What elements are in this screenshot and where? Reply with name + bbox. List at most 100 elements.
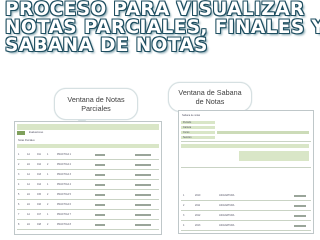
selected-course-field[interactable] [217, 131, 309, 134]
cell-placeholder [135, 204, 151, 206]
cell-placeholder [95, 184, 105, 186]
table-cell: 017 [37, 213, 41, 216]
table-cell: 2012 [195, 214, 201, 217]
table-cell: 2011 [195, 204, 201, 207]
callout-partial-grades-text: Ventana de Notas Parciales [67, 95, 125, 113]
table-cell: 2 [183, 204, 185, 207]
table-cell: 013 [37, 173, 41, 176]
cell-placeholder [135, 154, 151, 156]
table-row-divider [181, 200, 311, 201]
table-row-divider [17, 229, 159, 230]
cell-placeholder [294, 225, 306, 227]
table-cell: 1 [47, 173, 49, 176]
table-cell: ASIGNATURA [219, 204, 235, 207]
cell-placeholder [135, 184, 151, 186]
section-label: Notas Parciales [18, 139, 35, 142]
table-cell: 018 [37, 223, 41, 226]
table-cell: PRACTICA 5 [57, 193, 71, 196]
table-row-divider [181, 230, 311, 231]
table-cell: 1 [47, 213, 49, 216]
table-row-divider [17, 159, 159, 160]
table-cell: 2A [27, 163, 30, 166]
table-cell: 1 [47, 183, 49, 186]
filter-bar [181, 144, 309, 148]
table-cell: 1 [183, 194, 185, 197]
table-cell: 2A [27, 223, 30, 226]
header-tab-label: Evaluaciones [29, 131, 44, 134]
callout-partial-grades: Ventana de Notas Parciales [54, 88, 138, 126]
cell-placeholder [135, 174, 151, 176]
tab-indicator [17, 131, 25, 135]
cell-placeholder [95, 174, 105, 176]
cell-placeholder [294, 215, 306, 217]
table-cell: 015 [37, 193, 41, 196]
grade-sheet-label: Sabana de notas [182, 114, 201, 117]
table-cell: 1A [27, 153, 30, 156]
table-cell: 2013 [195, 224, 201, 227]
cell-placeholder [294, 195, 306, 197]
cell-placeholder [95, 204, 105, 206]
table-row-divider [17, 169, 159, 170]
partial-grades-screenshot: Evaluaciones Notas Parciales 1 1A 011 1 PRAC… [14, 121, 162, 235]
cell-placeholder [95, 224, 105, 226]
cell-placeholder [135, 164, 151, 166]
table-cell: 7 [18, 213, 20, 216]
table-cell: ASIGNATURA [219, 194, 235, 197]
field-label: Seccion [183, 136, 192, 139]
table-cell: PRACTICA 2 [57, 163, 71, 166]
table-cell: 3 [18, 173, 20, 176]
cell-placeholder [95, 194, 105, 196]
table-cell: 1 [18, 153, 20, 156]
table-cell: 1A [27, 183, 30, 186]
cell-placeholder [135, 214, 151, 216]
table-row-divider [17, 199, 159, 200]
table-cell: 1A [27, 213, 30, 216]
table-cell: PRACTICA 3 [57, 173, 71, 176]
cell-placeholder [135, 224, 151, 226]
table-cell: 2 [47, 203, 49, 206]
field-label: Carrera [183, 126, 192, 129]
table-cell: 2A [27, 193, 30, 196]
table-row-divider [17, 209, 159, 210]
cell-placeholder [95, 154, 105, 156]
cell-placeholder [95, 214, 105, 216]
table-cell: 016 [37, 203, 41, 206]
cell-placeholder [95, 164, 105, 166]
table-cell: 4 [183, 224, 185, 227]
table-row-divider [181, 210, 311, 211]
table-cell: 2 [47, 193, 49, 196]
table-cell: PRACTICA 8 [57, 223, 71, 226]
divider [181, 167, 311, 168]
filter-panel [239, 151, 309, 161]
table-cell: 014 [37, 183, 41, 186]
table-cell: 8 [18, 223, 20, 226]
grade-sheet-screenshot: Sabana de notas 1 2010 ASIGNATURA 2 2011 ASIG… [178, 110, 314, 234]
window-header [17, 124, 159, 130]
table-cell: 6 [18, 203, 20, 206]
table-cell: 3 [183, 214, 185, 217]
table-cell: 2A [27, 203, 30, 206]
table-header-row [17, 144, 159, 148]
table-cell: 012 [37, 163, 41, 166]
table-row-divider [17, 179, 159, 180]
slide-title: Proceso para visualizar notas parciales,… [5, 0, 320, 56]
table-cell: PRACTICA 7 [57, 213, 71, 216]
table-cell: 011 [37, 153, 41, 156]
title-line-3: sabana de notas [5, 35, 208, 56]
table-row-divider [17, 189, 159, 190]
table-cell: 2010 [195, 194, 201, 197]
table-row-divider [181, 220, 311, 221]
cell-placeholder [135, 194, 151, 196]
table-cell: ASIGNATURA [219, 224, 235, 227]
table-row-divider [17, 219, 159, 220]
table-cell: 2 [18, 163, 20, 166]
table-cell: PRACTICA 1 [57, 153, 71, 156]
table-cell: 1A [27, 173, 30, 176]
table-cell: 4 [18, 183, 20, 186]
divider [181, 141, 311, 142]
table-cell: PRACTICA 4 [57, 183, 71, 186]
callout-grade-sheet: Ventana de Sabana de Notas [168, 82, 252, 118]
table-cell: 2 [47, 163, 49, 166]
table-cell: 5 [18, 193, 20, 196]
field-label: Curso [183, 131, 190, 134]
